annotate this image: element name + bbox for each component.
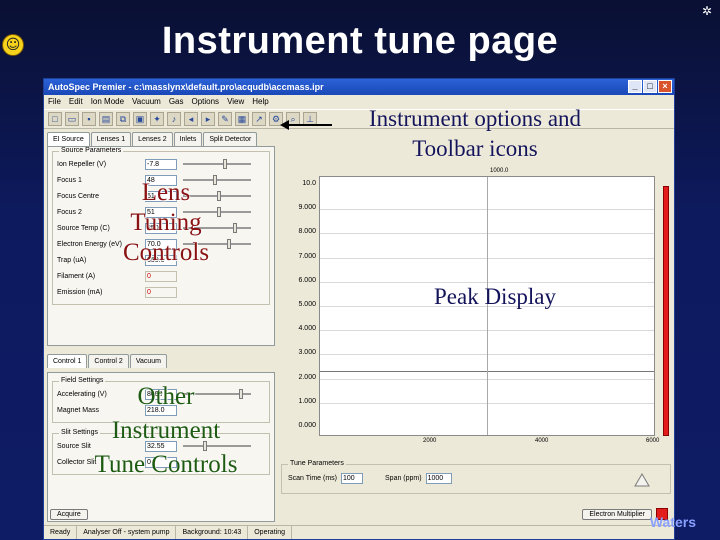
toolbar-annotation: Instrument options and Toolbar icons: [330, 104, 620, 164]
source-parameters-label: Source Parameters: [59, 147, 124, 154]
menu-view[interactable]: View: [227, 95, 244, 109]
menu-edit[interactable]: Edit: [69, 95, 83, 109]
param-row: Ion Repeller (V) -7.8: [57, 156, 265, 172]
param-label: Ion Repeller (V): [57, 160, 107, 168]
ion-repeller-slider[interactable]: [183, 159, 251, 169]
trend-icon[interactable]: ↗: [252, 112, 266, 126]
copy-icon[interactable]: ⧉: [116, 112, 130, 126]
warning-icon[interactable]: [634, 473, 650, 487]
tab-control-2[interactable]: Control 2: [88, 354, 129, 368]
waters-logo: Waters: [649, 514, 696, 530]
y-tick-label: 9.000: [298, 204, 316, 211]
tune-parameters-group: Tune Parameters Scan Time (ms) 100 Span …: [281, 460, 671, 494]
save-icon[interactable]: ▪: [82, 112, 96, 126]
paste-icon[interactable]: ▣: [133, 112, 147, 126]
menu-vacuum[interactable]: Vacuum: [132, 95, 161, 109]
param-label: Filament (A): [57, 272, 96, 280]
param-row: Emission (mA) 0: [57, 284, 265, 300]
status-ready: Ready: [44, 526, 78, 539]
emission-readout: 0: [145, 286, 177, 298]
action-row: Acquire Electron Multiplier: [50, 507, 668, 521]
window-title: AutoSpec Premier - c:\masslynx\default.p…: [48, 82, 324, 92]
peak-annotation: Peak Display: [433, 284, 556, 309]
toolbar-arrow: [280, 120, 332, 130]
electron-multiplier-button[interactable]: Electron Multiplier: [582, 508, 652, 520]
x-tick-label: 6000: [646, 438, 660, 444]
other-annotation-line-3: Tune Controls: [94, 451, 238, 478]
toolbar-annotation-line-1: Instrument options and: [368, 106, 582, 131]
open-icon[interactable]: ▭: [65, 112, 79, 126]
y-tick-label: 2.000: [298, 374, 316, 381]
tab-ei-source[interactable]: EI Source: [47, 132, 90, 146]
tune-parameters-label: Tune Parameters: [288, 460, 346, 467]
scan-time-field[interactable]: 100: [341, 473, 364, 484]
x-tick-label: 4000: [535, 438, 549, 444]
settings-icon[interactable]: ✦: [150, 112, 164, 126]
music-icon[interactable]: ♪: [167, 112, 181, 126]
arrow-right-icon[interactable]: ▸: [201, 112, 215, 126]
menu-help[interactable]: Help: [252, 95, 268, 109]
y-tick-label: 3.000: [298, 349, 316, 356]
signal-level-bar: [663, 186, 669, 436]
window-titlebar[interactable]: AutoSpec Premier - c:\masslynx\default.p…: [44, 79, 674, 95]
new-icon[interactable]: □: [48, 112, 62, 126]
lens-annotation-line-2: Tuning: [130, 209, 202, 236]
tab-control-1[interactable]: Control 1: [47, 354, 88, 368]
x-tick-label: 2000: [423, 438, 437, 444]
filament-readout: 0: [145, 270, 177, 282]
menu-options[interactable]: Options: [191, 95, 219, 109]
close-button[interactable]: ×: [658, 80, 672, 93]
tab-lenses-2[interactable]: Lenses 2: [132, 132, 173, 146]
status-bar: Ready Analyser Off - system pump Backgro…: [44, 525, 674, 539]
arrow-left-icon[interactable]: ◂: [184, 112, 198, 126]
scan-time-label: Scan Time (ms): [288, 475, 338, 482]
lens-annotation: Lens Tuning Controls: [110, 178, 222, 268]
y-tick-label: 4.000: [298, 325, 316, 332]
tab-inlets[interactable]: Inlets: [173, 132, 203, 146]
y-tick-label: 8.000: [298, 228, 316, 235]
tools-icon[interactable]: ✎: [218, 112, 232, 126]
top-axis-value: 1000.0: [490, 168, 509, 174]
maximize-button[interactable]: □: [643, 80, 657, 93]
tab-lenses-1[interactable]: Lenses 1: [90, 132, 132, 146]
acquire-button[interactable]: Acquire: [50, 508, 88, 520]
toolbar-annotation-line-2: Toolbar icons: [412, 136, 538, 161]
lens-annotation-line-3: Controls: [122, 239, 210, 266]
other-controls-annotation: Other Instrument Tune Controls: [76, 380, 256, 482]
tune-parameters-row: Scan Time (ms) 100 Span (ppm) 1000: [282, 473, 670, 484]
span-field[interactable]: 1000: [425, 473, 452, 484]
minimize-button[interactable]: _: [628, 80, 642, 93]
other-annotation-line-1: Other: [137, 383, 195, 410]
y-tick-label: 5.000: [298, 301, 316, 308]
chart-icon[interactable]: ▦: [235, 112, 249, 126]
menu-gas[interactable]: Gas: [169, 95, 184, 109]
tab-split-detector[interactable]: Split Detector: [203, 132, 258, 146]
ion-repeller-field[interactable]: -7.8: [145, 158, 177, 170]
peak-display-panel: 1000.0 10.0 9.000 8.000 7.000 6.000 5.000 4.00…: [281, 136, 671, 522]
print-icon[interactable]: ▤: [99, 112, 113, 126]
lens-annotation-line-1: Lens: [141, 179, 191, 206]
corner-star-icon: ✲: [701, 4, 712, 18]
param-label: Emission (mA): [57, 288, 103, 296]
slide-title: Instrument tune page: [161, 20, 559, 62]
span-label: Span (ppm): [385, 475, 422, 482]
y-tick-label: 6.000: [298, 277, 316, 284]
y-tick-label: 10.0: [302, 180, 316, 187]
status-analyser: Analyser Off - system pump: [77, 526, 177, 539]
status-background: Background: 10:43: [176, 526, 249, 539]
upper-tab-strip: EI Source Lenses 1 Lenses 2 Inlets Split…: [47, 132, 275, 146]
menu-ion-mode[interactable]: Ion Mode: [91, 95, 124, 109]
menu-file[interactable]: File: [48, 95, 61, 109]
lower-tab-strip: Control 1 Control 2 Vacuum: [47, 354, 275, 368]
other-annotation-line-2: Instrument: [111, 417, 221, 444]
param-row: Filament (A) 0: [57, 268, 265, 284]
tab-vacuum[interactable]: Vacuum: [129, 354, 167, 368]
y-tick-label: 1.000: [298, 398, 316, 405]
y-tick-label: 7.000: [298, 253, 316, 260]
y-tick-label: 0.000: [298, 422, 316, 429]
status-operating: Operating: [248, 526, 292, 539]
